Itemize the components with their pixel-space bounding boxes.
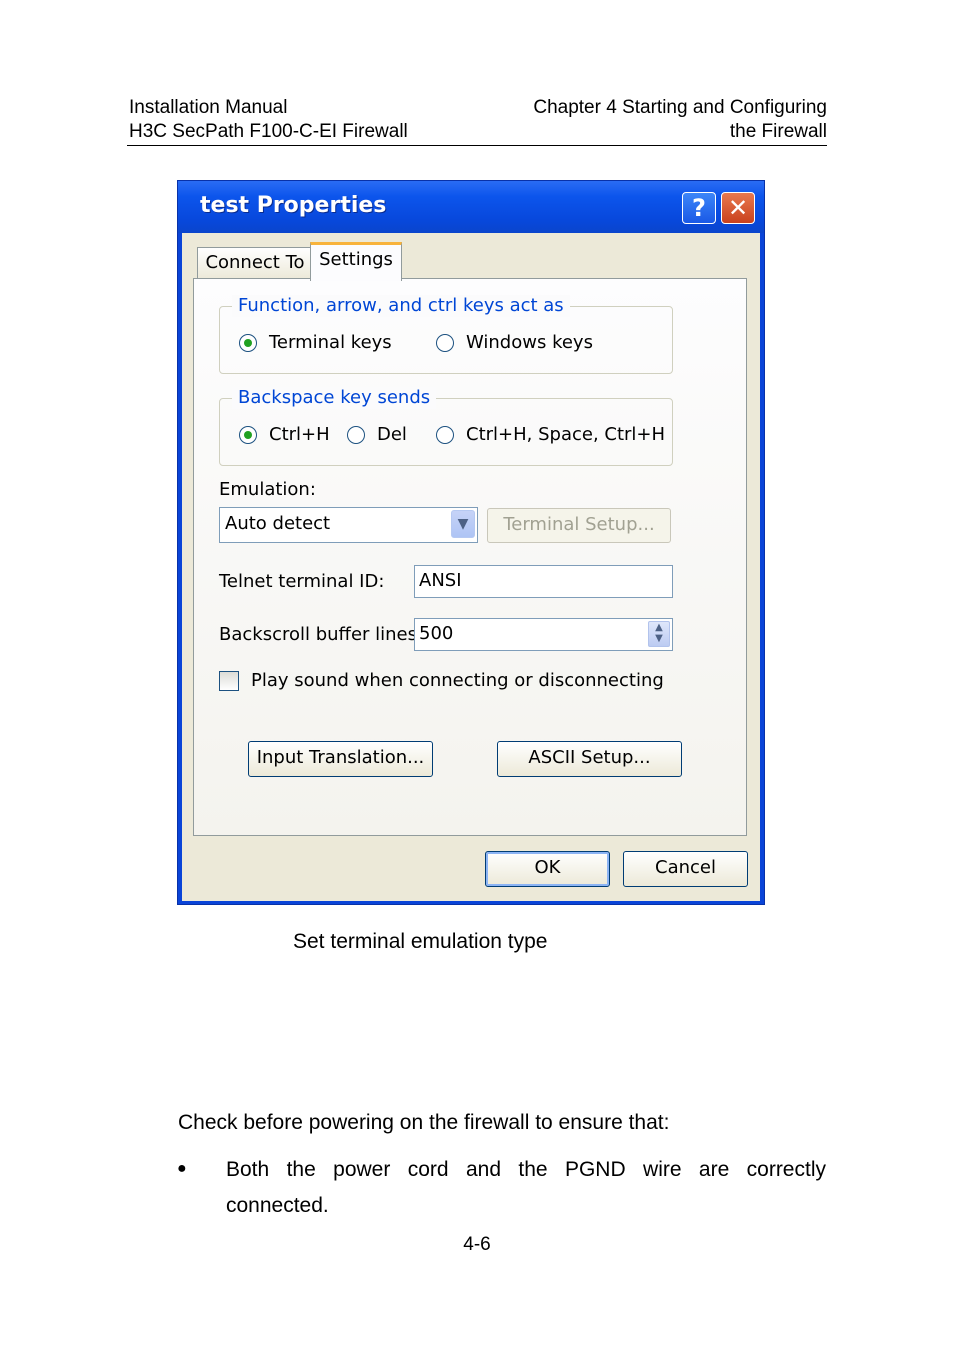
- header-chapter-title: Chapter 4 Starting and Configuring: [533, 97, 827, 118]
- properties-dialog: test Properties ? ✕ Connect To Settings …: [177, 180, 765, 905]
- close-icon: ✕: [727, 194, 749, 222]
- header-chapter-title-cont: the Firewall: [729, 121, 827, 142]
- page-number: 4-6: [463, 1234, 491, 1255]
- radio-ctrl-h-label: Ctrl+H: [269, 424, 330, 445]
- dialog-client-area: Connect To Settings Function, arrow, and…: [182, 233, 760, 901]
- radio-ctrl-h-space-label: Ctrl+H, Space, Ctrl+H: [466, 424, 666, 445]
- function-keys-group: Function, arrow, and ctrl keys act as Te…: [219, 295, 673, 374]
- figure-caption: Set terminal emulation type: [293, 930, 548, 953]
- help-button[interactable]: ?: [682, 192, 716, 224]
- radio-terminal-keys-circle[interactable]: [239, 333, 257, 352]
- radio-ctrl-h[interactable]: Ctrl+H: [239, 424, 330, 445]
- header-manual-title: Installation Manual: [129, 97, 288, 118]
- telnet-id-value: ANSI: [419, 570, 462, 591]
- settings-panel: Function, arrow, and ctrl keys act as Te…: [193, 278, 747, 836]
- play-sound-label: Play sound when connecting or disconnect…: [251, 670, 664, 691]
- cancel-button[interactable]: Cancel: [623, 851, 748, 887]
- dialog-title: test Properties: [200, 193, 387, 218]
- function-keys-legend: Function, arrow, and ctrl keys act as: [232, 295, 570, 317]
- header-rule: [127, 145, 827, 146]
- play-sound-checkbox[interactable]: [219, 671, 239, 691]
- radio-windows-keys[interactable]: Windows keys: [436, 332, 593, 353]
- radio-selected-dot: [244, 338, 252, 347]
- tab-connect-to[interactable]: Connect To: [197, 247, 313, 279]
- emulation-select[interactable]: Auto detect ▼: [219, 507, 478, 543]
- backscroll-input[interactable]: 500 ▲ ▼: [414, 618, 673, 651]
- header-product-name: H3C SecPath F100-C-EI Firewall: [129, 121, 408, 142]
- radio-del[interactable]: Del: [347, 424, 407, 445]
- close-button[interactable]: ✕: [721, 192, 755, 224]
- backscroll-label: Backscroll buffer lines:: [219, 624, 424, 645]
- radio-windows-keys-label: Windows keys: [466, 332, 593, 353]
- ok-button[interactable]: OK: [485, 851, 610, 887]
- radio-ctrl-h-space[interactable]: Ctrl+H, Space, Ctrl+H: [436, 424, 665, 445]
- bullet-item: Both the power cord and the PGND wire ar…: [226, 1158, 826, 1217]
- telnet-id-input[interactable]: ANSI: [414, 565, 673, 598]
- radio-windows-keys-circle[interactable]: [436, 333, 454, 352]
- emulation-label: Emulation:: [219, 479, 316, 500]
- radio-selected-dot: [244, 430, 252, 439]
- radio-del-circle[interactable]: [347, 425, 365, 444]
- backscroll-value: 500: [419, 623, 454, 644]
- terminal-setup-button[interactable]: Terminal Setup...: [487, 508, 671, 543]
- ascii-setup-button[interactable]: ASCII Setup...: [497, 741, 682, 777]
- help-icon: ?: [692, 194, 706, 222]
- radio-terminal-keys[interactable]: Terminal keys: [239, 332, 392, 353]
- radio-ctrl-h-circle[interactable]: [239, 425, 257, 444]
- input-translation-button[interactable]: Input Translation...: [248, 741, 433, 777]
- chevron-down-icon[interactable]: ▼: [451, 510, 475, 538]
- radio-ctrl-h-space-circle[interactable]: [436, 425, 454, 444]
- bullet-icon: ●: [177, 1160, 187, 1177]
- radio-terminal-keys-label: Terminal keys: [269, 332, 392, 353]
- tab-settings[interactable]: Settings: [310, 242, 402, 281]
- body-paragraph: Check before powering on the firewall to…: [178, 1111, 670, 1134]
- backspace-group: Backspace key sends Ctrl+H Del Ctrl+H, S…: [219, 387, 673, 466]
- backspace-legend: Backspace key sends: [232, 387, 437, 409]
- dialog-titlebar[interactable]: test Properties ? ✕: [178, 181, 764, 233]
- spinner-up-down-icon[interactable]: ▲ ▼: [648, 621, 670, 647]
- telnet-id-label: Telnet terminal ID:: [219, 571, 385, 592]
- radio-del-label: Del: [377, 424, 407, 445]
- emulation-value: Auto detect: [225, 513, 331, 534]
